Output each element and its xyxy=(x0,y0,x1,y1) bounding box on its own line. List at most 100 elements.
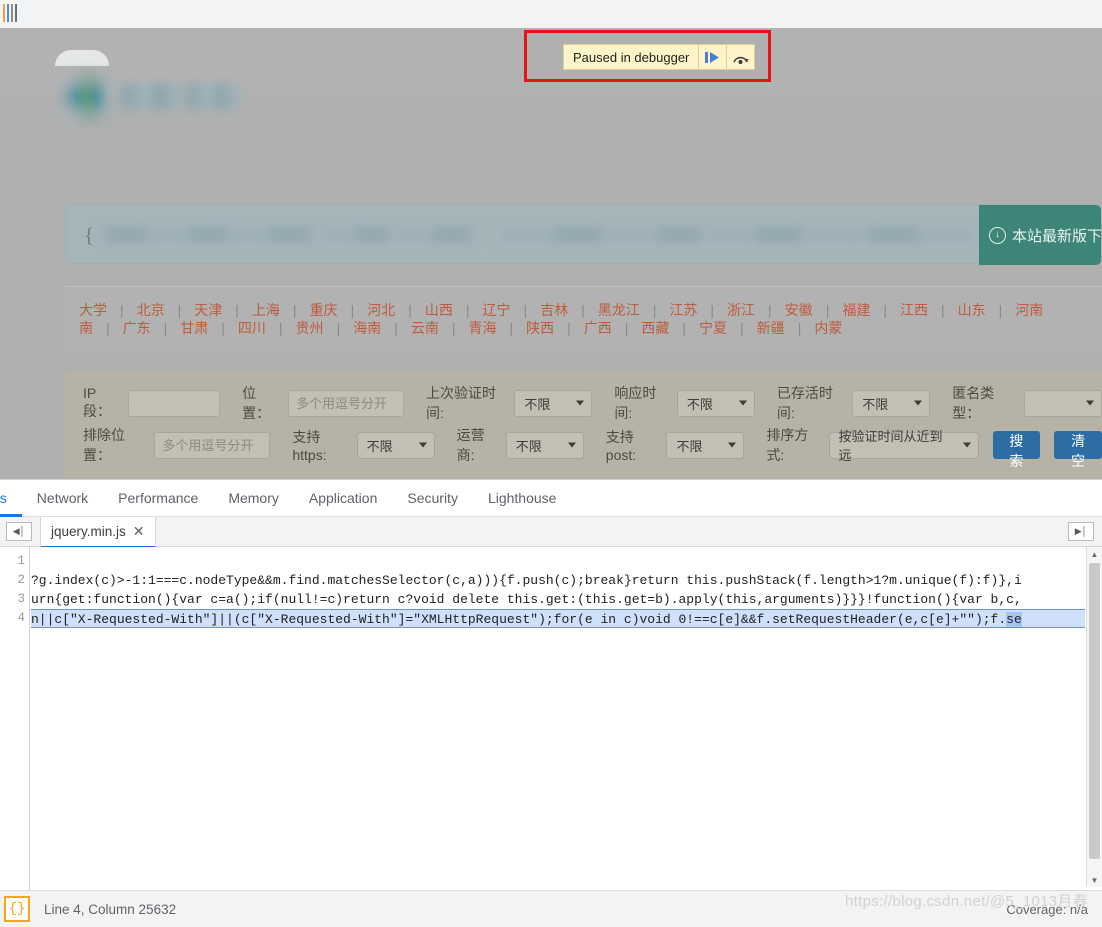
province-link-新疆[interactable]: 新疆 xyxy=(757,318,785,338)
chevron-down-icon xyxy=(418,442,427,448)
province-link-河北[interactable]: 河北 xyxy=(367,300,395,320)
filter-row-1: IP段： 位置： 上次验证时间: 不限 响应时间: 不限 已存活时间: 不限 匿名类型： xyxy=(83,385,1102,421)
province-separator: | xyxy=(451,320,456,336)
province-link-南[interactable]: 南 xyxy=(79,318,93,338)
nav-bracket-icon: { xyxy=(84,223,95,247)
province-link-上海[interactable]: 上海 xyxy=(252,300,280,320)
show-navigator-icon[interactable]: ◀│ xyxy=(6,522,32,541)
resume-script-icon[interactable] xyxy=(698,45,726,69)
chevron-down-icon xyxy=(914,400,923,406)
clear-button[interactable]: 清空 xyxy=(1054,431,1102,469)
province-link-吉林[interactable]: 吉林 xyxy=(540,300,568,320)
scroll-down-icon[interactable]: ▼ xyxy=(1087,873,1102,887)
province-separator: | xyxy=(710,302,715,318)
line-number: 4 xyxy=(17,611,25,625)
code-line-2[interactable]: ?g.index(c)>-1:1===c.nodeType&&m.find.ma… xyxy=(31,571,1085,590)
filter-label-1: 位置： xyxy=(242,385,271,421)
devtools-tab-security[interactable]: Security xyxy=(392,480,473,517)
filter-input-0[interactable] xyxy=(154,431,271,459)
devtools-tab-es[interactable]: es xyxy=(0,480,22,517)
province-link-陕西[interactable]: 陕西 xyxy=(526,318,554,338)
site-subtitle-blurred xyxy=(185,84,240,109)
devtools-tab-performance[interactable]: Performance xyxy=(103,480,213,517)
province-link-江苏[interactable]: 江苏 xyxy=(669,300,697,320)
devtools-tab-application[interactable]: Application xyxy=(294,480,393,517)
scroll-up-icon[interactable]: ▲ xyxy=(1087,547,1102,561)
province-link-内蒙[interactable]: 内蒙 xyxy=(814,318,842,338)
province-link-山西[interactable]: 山西 xyxy=(425,300,453,320)
filter-select-2[interactable]: 不限 xyxy=(505,431,584,459)
site-nav-bar[interactable]: {↓ 本站最新版下 xyxy=(65,204,1102,265)
province-row-1: 大学 | 北京 | 天津 | 上海 | 重庆 | 河北 | 山西 | 辽宁 | 吉林 | 黑龙江 | 江苏 | 浙江 | 安徽 |… xyxy=(79,300,1102,320)
search-button[interactable]: 搜索 xyxy=(992,431,1041,469)
devtools-tab-network[interactable]: Network xyxy=(22,480,103,517)
screenshot-root: {↓ 本站最新版下 大学 | 北京 | 天津 | 上海 | 重庆 | 河北 |… xyxy=(0,0,1102,927)
province-link-安徽[interactable]: 安徽 xyxy=(785,300,813,320)
filter-select-value-4: 不限 xyxy=(862,396,889,412)
devtools-tab-lighthouse[interactable]: Lighthouse xyxy=(473,480,572,517)
filter-select-1[interactable]: 不限 xyxy=(356,431,435,459)
province-link-北京[interactable]: 北京 xyxy=(137,300,165,320)
download-circle-icon: ↓ xyxy=(989,226,1006,244)
filter-select-5[interactable] xyxy=(1024,389,1102,417)
province-link-四川[interactable]: 四川 xyxy=(238,318,266,338)
province-link-大学[interactable]: 大学 xyxy=(79,300,107,320)
close-icon[interactable]: ✕ xyxy=(133,523,145,540)
province-separator: | xyxy=(581,302,585,318)
filter-select-2[interactable]: 不限 xyxy=(514,389,593,417)
filter-select-value-2: 不限 xyxy=(524,396,551,412)
filter-label-0: 排除位置： xyxy=(83,427,125,463)
province-link-西藏[interactable]: 西藏 xyxy=(641,318,669,338)
pretty-print-braces-icon[interactable]: {} xyxy=(4,896,30,922)
vertical-scroll-thumb[interactable] xyxy=(1089,563,1100,859)
coverage-label: Coverage: n/a xyxy=(1006,901,1088,917)
code-line-1[interactable] xyxy=(31,552,1085,571)
filter-select-3[interactable]: 不限 xyxy=(666,431,745,459)
province-separator: | xyxy=(408,302,412,318)
province-link-广西[interactable]: 广西 xyxy=(584,318,612,338)
code-content[interactable]: ?g.index(c)>-1:1===c.nodeType&&m.find.ma… xyxy=(31,547,1085,927)
show-debugger-icon[interactable]: ▶│ xyxy=(1068,522,1094,541)
editor-vertical-scrollbar[interactable]: ▲ ▼ xyxy=(1086,547,1102,887)
province-link-贵州[interactable]: 贵州 xyxy=(296,318,324,338)
province-link-福建[interactable]: 福建 xyxy=(842,300,870,320)
page-dim-overlay: {↓ 本站最新版下 大学 | 北京 | 天津 | 上海 | 重庆 | 河北 |… xyxy=(0,28,1102,490)
province-separator: | xyxy=(350,302,355,318)
province-link-天津[interactable]: 天津 xyxy=(194,300,222,320)
province-separator: | xyxy=(883,302,887,318)
province-link-广东[interactable]: 广东 xyxy=(123,318,151,338)
filter-label-2: 运营商: xyxy=(456,427,485,463)
devtools-panel: esNetworkPerformanceMemoryApplicationSec… xyxy=(0,479,1102,927)
step-over-icon[interactable] xyxy=(726,45,754,69)
province-link-宁夏[interactable]: 宁夏 xyxy=(699,318,727,338)
paused-in-debugger-banner: Paused in debugger xyxy=(563,44,756,70)
devtools-tab-memory[interactable]: Memory xyxy=(213,480,294,517)
province-link-辽宁[interactable]: 辽宁 xyxy=(482,300,510,320)
file-tab-jquery-min-js[interactable]: jquery.min.js ✕ xyxy=(40,516,156,548)
filter-select-3[interactable]: 不限 xyxy=(676,389,755,417)
filter-label-1: 支持https: xyxy=(292,429,327,463)
province-link-黑龙江[interactable]: 黑龙江 xyxy=(598,300,640,320)
province-link-甘肃[interactable]: 甘肃 xyxy=(180,318,208,338)
province-link-海南[interactable]: 海南 xyxy=(353,318,381,338)
province-link-江西[interactable]: 江西 xyxy=(900,300,928,320)
filter-select-4[interactable]: 按验证时间从近到远 xyxy=(828,429,979,463)
province-separator: | xyxy=(652,302,657,318)
province-link-山东[interactable]: 山东 xyxy=(958,300,986,320)
latest-version-download-button[interactable]: ↓ 本站最新版下载 xyxy=(979,205,1101,265)
province-link-云南[interactable]: 云南 xyxy=(411,318,439,338)
filter-input-0[interactable] xyxy=(128,389,221,417)
file-tab-label: jquery.min.js xyxy=(51,524,126,539)
province-link-浙江[interactable]: 浙江 xyxy=(727,300,755,320)
province-link-河南[interactable]: 河南 xyxy=(1015,300,1043,320)
filter-select-value-3: 不限 xyxy=(686,396,713,412)
chevron-down-icon xyxy=(576,400,585,406)
filter-select-4[interactable]: 不限 xyxy=(852,389,931,417)
province-link-青海[interactable]: 青海 xyxy=(468,318,496,338)
province-link-重庆[interactable]: 重庆 xyxy=(310,300,338,320)
province-separator: | xyxy=(235,302,239,318)
code-line-4[interactable]: n||c["X-Requested-With"]||(c["X-Requeste… xyxy=(31,609,1085,628)
chevron-down-icon xyxy=(738,400,747,406)
filter-input-1[interactable] xyxy=(288,389,405,417)
code-line-3[interactable]: urn{get:function(){var c=a();if(null!=c)… xyxy=(31,590,1085,609)
